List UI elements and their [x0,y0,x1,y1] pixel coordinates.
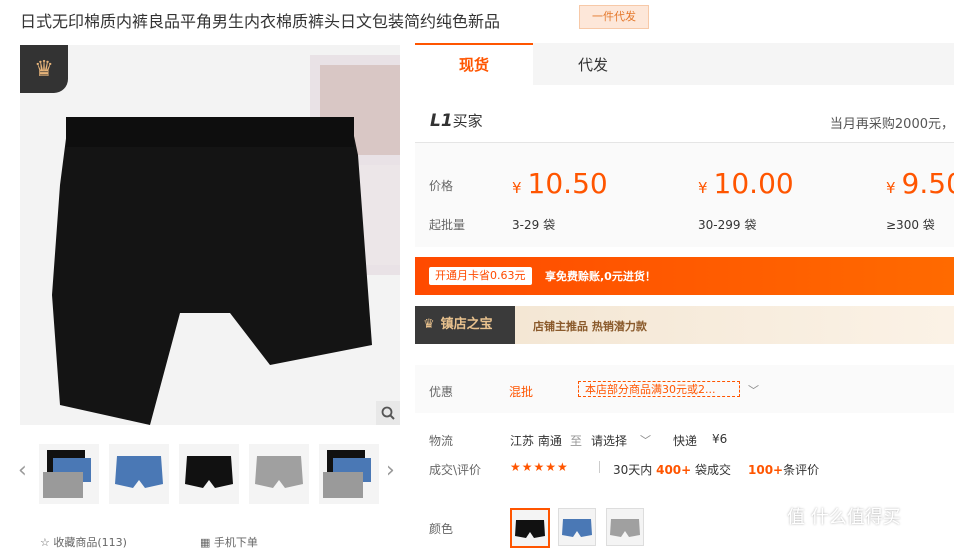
thumb-prev-icon[interactable]: ‹ [18,458,27,483]
tab-in-stock[interactable]: 现货 [415,43,533,87]
price-tier-1: ¥10.50 [512,167,608,200]
purchase-tabs: 现货 代发 [415,43,954,87]
qty-label: 起批量 [429,218,466,232]
shipping-method: 快递 [673,434,698,448]
review-count-link[interactable]: 100+条评价 [748,461,819,478]
shipping-fee: ¥6 [712,432,728,446]
thumbnail[interactable] [319,444,379,504]
price-tier-2: ¥10.00 [698,167,794,200]
color-option-blue[interactable] [558,508,596,546]
product-title: 日式无印棉质内裤良品平角男生内衣棉质裤头日文包装简约纯色新品 [20,12,501,31]
main-product-image[interactable]: ♛ [20,45,400,425]
qty-tier-3: ≥300 袋 [886,218,935,232]
tab-dropship[interactable]: 代发 [533,43,653,85]
ship-to-text: 至 [570,434,583,448]
monthly-card-promo[interactable]: 开通月卡省0.63元 享免费赊账,0元进货！ [415,257,954,295]
thumb-next-icon[interactable]: › [386,458,395,483]
thumbnail[interactable] [109,444,169,504]
product-photo [20,45,400,425]
discount-coupon[interactable]: 本店部分商品满30元或2... [578,381,740,397]
color-label: 颜色 [429,522,454,536]
sales-review-label: 成交\评价 [429,463,482,477]
thumbnail[interactable] [179,444,239,504]
price-label: 价格 [429,179,454,193]
promo-text: 享免费赊账,0元进货！ [545,270,656,283]
site-watermark: 值 什么值得买 [787,507,901,528]
chevron-down-icon[interactable]: ﹀ [748,382,759,398]
price-panel: 价格 起批量 ¥10.50 ¥10.00 ¥9.50 3-29 袋 30-299… [415,143,954,247]
qr-icon: ▦ [200,536,214,549]
color-option-grey[interactable] [606,508,644,546]
thumbnail-strip: ‹ › [18,444,400,506]
treasure-badge: ♛ 镇店之宝 [415,306,515,344]
crown-icon: ♛ [423,317,435,332]
logistics-label: 物流 [429,434,454,448]
favorite-link[interactable]: ☆ 收藏商品(113) [40,534,127,550]
dropship-tag: 一件代发 [579,5,649,29]
star-outline-icon: ☆ [40,536,54,549]
ship-origin: 江苏 南通 [510,434,562,448]
price-tier-3: ¥9.50 [886,167,954,200]
chevron-down-icon[interactable]: ﹀ [640,432,651,448]
zoom-icon[interactable] [376,401,400,425]
mobile-order-link[interactable]: ▦ 手机下单 [200,534,258,550]
crown-badge-icon: ♛ [20,45,68,93]
mixed-batch-label: 混批 [509,385,534,399]
color-option-black[interactable] [510,508,550,548]
thumbnail[interactable] [39,444,99,504]
rating-stars-icon: ★★★★★ [510,460,569,474]
sales-summary: 30天内 400+ 袋成交 [613,463,732,477]
thumbnail[interactable] [249,444,309,504]
discount-panel: 优惠 混批 本店部分商品满30元或2... ﹀ [415,365,954,413]
buyer-level: L1买家 [430,111,483,131]
destination-select[interactable]: 请选择 [591,432,627,449]
divider [599,461,600,473]
qty-tier-1: 3-29 袋 [512,218,556,232]
treasure-text: 店铺主推品 热销潜力款 [533,320,647,333]
buyer-upgrade-note: 当月再采购2000元， [829,117,954,132]
qty-tier-2: 30-299 袋 [698,218,757,232]
store-treasure-banner[interactable]: ♛ 镇店之宝 店铺主推品 热销潜力款 [415,306,954,344]
open-monthly-card-button[interactable]: 开通月卡省0.63元 [429,267,532,285]
discount-label: 优惠 [429,385,454,399]
